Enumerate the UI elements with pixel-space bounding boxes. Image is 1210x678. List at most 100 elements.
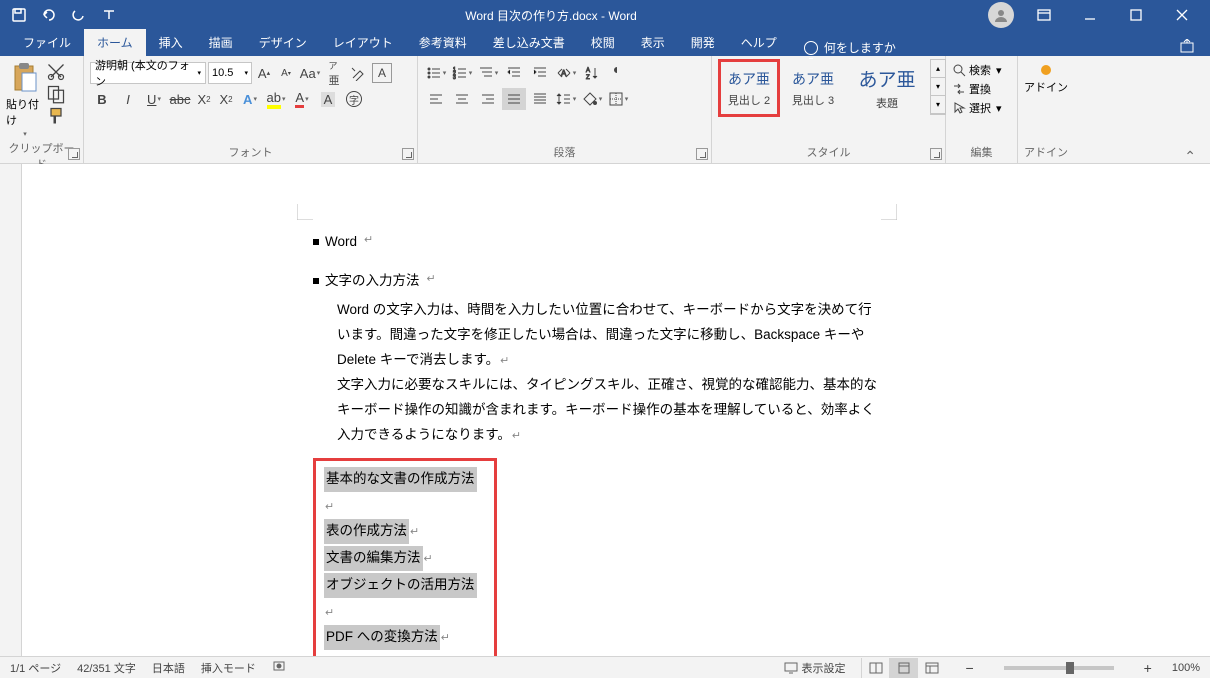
character-border-button[interactable]: A — [372, 62, 392, 84]
tab-home[interactable]: ホーム — [84, 29, 146, 56]
replace-button[interactable]: 置換 — [952, 81, 1002, 97]
display-settings-button[interactable]: 表示設定 — [784, 660, 845, 676]
clipboard-dialog-launcher[interactable] — [68, 148, 80, 160]
font-color-button[interactable]: A▾ — [290, 88, 314, 110]
page[interactable]: Word↵ 文字の入力方法↵ Word の文字入力は、時間を入力したい位置に合わ… — [275, 164, 911, 656]
align-left-button[interactable] — [424, 88, 448, 110]
tab-design[interactable]: デザイン — [246, 29, 320, 56]
increase-indent-button[interactable] — [528, 62, 552, 84]
shrink-font-button[interactable]: A▾ — [276, 62, 296, 84]
tab-file[interactable]: ファイル — [10, 29, 84, 56]
tab-draw[interactable]: 描画 — [196, 29, 246, 56]
status-insert-mode[interactable]: 挿入モード — [201, 660, 256, 676]
borders-button[interactable]: ▾ — [606, 88, 630, 110]
grow-font-button[interactable]: A▴ — [254, 62, 274, 84]
ribbon-display-button[interactable] — [1022, 1, 1066, 29]
change-case-button[interactable]: Aa▾ — [298, 62, 322, 84]
addin-button[interactable]: アドイン — [1024, 59, 1068, 95]
qat-customize[interactable] — [96, 2, 122, 28]
zoom-out-button[interactable]: − — [961, 660, 977, 676]
tab-help[interactable]: ヘルプ — [728, 29, 790, 56]
tab-insert[interactable]: 挿入 — [146, 29, 196, 56]
find-button[interactable]: 検索▾ — [952, 62, 1002, 78]
shading-button[interactable]: ▾ — [580, 88, 604, 110]
style-heading2[interactable]: あア亜 見出し 2 — [718, 59, 780, 117]
zoom-level[interactable]: 100% — [1172, 662, 1200, 674]
web-layout-button[interactable] — [917, 658, 945, 678]
status-page[interactable]: 1/1 ページ — [10, 660, 61, 676]
save-button[interactable] — [6, 2, 32, 28]
character-shading-button[interactable]: A — [316, 88, 340, 110]
document-body[interactable]: Word↵ 文字の入力方法↵ Word の文字入力は、時間を入力したい位置に合わ… — [275, 164, 911, 656]
highlight-button[interactable]: ab▾ — [264, 88, 288, 110]
undo-button[interactable] — [36, 2, 62, 28]
statusbar: 1/1 ページ 42/351 文字 日本語 挿入モード 表示設定 − + 100… — [0, 656, 1210, 678]
styles-dialog-launcher[interactable] — [930, 148, 942, 160]
align-right-button[interactable] — [476, 88, 500, 110]
vertical-ruler — [0, 164, 22, 656]
numbering-button[interactable]: 123▾ — [450, 62, 474, 84]
minimize-button[interactable] — [1068, 1, 1112, 29]
tab-view[interactable]: 表示 — [628, 29, 678, 56]
show-paragraph-marks-button[interactable] — [606, 62, 630, 84]
text-effects-button[interactable]: A▾ — [238, 88, 262, 110]
cut-button[interactable] — [46, 63, 66, 81]
styles-gallery-more[interactable]: ▴▾▾ — [930, 59, 946, 115]
body-paragraph-2: 文字入力に必要なスキルには、タイピングスキル、正確さ、視覚的な確認能力、基本的な… — [337, 377, 877, 442]
multilevel-list-button[interactable]: ▾ — [476, 62, 500, 84]
superscript-button[interactable]: X2 — [216, 88, 236, 110]
italic-button[interactable]: I — [116, 88, 140, 110]
font-name-dropdown[interactable]: 游明朝 (本文のフォン▾ — [90, 62, 206, 84]
ribbon-tabs: ファイル ホーム 挿入 描画 デザイン レイアウト 参考資料 差し込み文書 校閲… — [0, 30, 1210, 56]
redo-button[interactable] — [66, 2, 92, 28]
bold-button[interactable]: B — [90, 88, 114, 110]
sort-button[interactable]: AZ — [580, 62, 604, 84]
underline-button[interactable]: U▾ — [142, 88, 166, 110]
group-editing: 検索▾ 置換 選択▾ 編集 — [946, 56, 1018, 163]
document-area[interactable]: Word↵ 文字の入力方法↵ Word の文字入力は、時間を入力したい位置に合わ… — [0, 164, 1210, 656]
status-language[interactable]: 日本語 — [152, 660, 185, 676]
style-title[interactable]: あア亜 表題 — [846, 59, 928, 117]
distributed-button[interactable] — [528, 88, 552, 110]
svg-text:Z: Z — [586, 75, 590, 81]
tell-me-label: 何をしますか — [824, 39, 896, 56]
align-center-button[interactable] — [450, 88, 474, 110]
tab-layout[interactable]: レイアウト — [320, 29, 406, 56]
justify-button[interactable] — [502, 88, 526, 110]
clear-formatting-button[interactable] — [346, 62, 370, 84]
phonetic-guide-button[interactable]: ア亜 — [324, 62, 344, 84]
macro-recording-icon[interactable] — [272, 659, 286, 676]
line-spacing-button[interactable]: ▾ — [554, 88, 578, 110]
strikethrough-button[interactable]: abc — [168, 88, 192, 110]
paste-button[interactable]: 貼り付け ▾ — [6, 59, 44, 138]
enclose-characters-button[interactable]: 字 — [342, 88, 366, 110]
decrease-indent-button[interactable] — [502, 62, 526, 84]
svg-text:3: 3 — [453, 75, 456, 81]
status-words[interactable]: 42/351 文字 — [77, 660, 136, 676]
zoom-in-button[interactable]: + — [1140, 660, 1156, 676]
paragraph-dialog-launcher[interactable] — [696, 148, 708, 160]
copy-button[interactable] — [46, 85, 66, 103]
format-painter-button[interactable] — [46, 107, 66, 125]
zoom-slider[interactable] — [1004, 666, 1114, 670]
font-size-dropdown[interactable]: 10.5▾ — [208, 62, 252, 84]
tab-developer[interactable]: 開発 — [678, 29, 728, 56]
account-button[interactable] — [988, 2, 1014, 28]
font-dialog-launcher[interactable] — [402, 148, 414, 160]
bullets-button[interactable]: ▾ — [424, 62, 448, 84]
print-layout-button[interactable] — [889, 658, 917, 678]
style-heading3[interactable]: あア亜 見出し 3 — [782, 59, 844, 117]
tab-references[interactable]: 参考資料 — [406, 29, 480, 56]
styles-group-label: スタイル — [718, 142, 939, 163]
tab-mailings[interactable]: 差し込み文書 — [480, 29, 578, 56]
collapse-ribbon-button[interactable]: ⌃ — [1184, 148, 1196, 165]
close-button[interactable] — [1160, 1, 1204, 29]
tell-me-search[interactable]: 何をしますか — [804, 39, 896, 56]
select-button[interactable]: 選択▾ — [952, 100, 1002, 116]
read-mode-button[interactable] — [861, 658, 889, 678]
maximize-button[interactable] — [1114, 1, 1158, 29]
share-button[interactable] — [1178, 38, 1196, 56]
asian-layout-button[interactable]: A▾ — [554, 62, 578, 84]
tab-review[interactable]: 校閲 — [578, 29, 628, 56]
subscript-button[interactable]: X2 — [194, 88, 214, 110]
